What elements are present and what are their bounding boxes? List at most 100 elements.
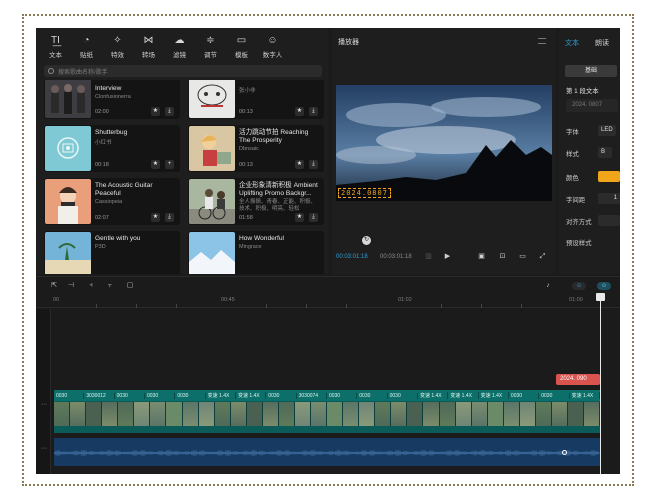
favorite-star-icon[interactable]: ★ [151, 213, 160, 222]
tab-tts[interactable]: 朗读 [595, 38, 609, 48]
favorite-star-icon[interactable]: ★ [295, 160, 304, 169]
music-card[interactable]: Gentle with you P3D [44, 231, 180, 274]
clip-label: 变速 1.4X [206, 392, 236, 399]
music-artist: 全人振振、青春、正能、积极、技术、积极、明亮、轻松 [239, 199, 317, 212]
text-overlay[interactable]: 2024.0807 [338, 188, 391, 198]
music-artist: Dbnsaic [239, 146, 259, 152]
music-card[interactable]: Interview Clonfusionerra 02:00 ★ ⤓ [44, 80, 180, 119]
more-icon[interactable]: ⋯ [41, 401, 47, 408]
timeline-tracks: ⋯ ⋯ 0030 3030012 0030 0030 0030 变速 1.4X 变速 1.4… [36, 309, 620, 474]
frame-thumbnail [246, 402, 263, 426]
cover-thumbnail [189, 179, 235, 224]
music-card[interactable]: The Acoustic Guitar Peaceful Cassiopeia … [44, 178, 180, 225]
frame-thumbnail [327, 402, 344, 426]
tool-text[interactable]: T͟I 文本 [40, 32, 71, 62]
ratio-icon[interactable]: ▭ [517, 252, 528, 261]
transition-icon: ⋈ [143, 35, 154, 46]
music-duration: 02:00 [95, 109, 109, 115]
frame-thumbnail [455, 402, 472, 426]
basic-tab[interactable]: 基础 [565, 65, 617, 77]
tool-avatar[interactable]: ☺ 数字人 [257, 32, 288, 62]
split-icon[interactable]: ⊣ [67, 281, 75, 290]
tool-sticker[interactable]: ◔ 贴纸 [71, 32, 102, 62]
rotate-handle-icon[interactable]: ↻ [362, 236, 371, 245]
tool-label: 调节 [204, 52, 217, 59]
music-artist: Mingrace [239, 244, 262, 250]
tool-label: 模板 [235, 52, 248, 59]
more-icon[interactable]: ⋯ [41, 445, 47, 452]
tool-template[interactable]: ▭ 模板 [226, 32, 257, 62]
quality-icon[interactable]: ▣ [476, 252, 487, 261]
favorite-star-icon[interactable]: ★ [151, 107, 160, 116]
download-icon[interactable]: ⤓ [309, 107, 318, 116]
tool-effects[interactable]: ✧ 特效 [102, 32, 133, 62]
bold-button[interactable]: B [598, 147, 612, 158]
timeline-ruler[interactable]: 00 00:45 01:02 01:00 [36, 294, 620, 308]
color-label: 颜色 [566, 175, 579, 182]
add-icon[interactable]: + [165, 160, 174, 169]
favorite-star-icon[interactable]: ★ [151, 160, 160, 169]
menu-icon[interactable] [538, 38, 546, 44]
video-preview[interactable]: 2024.0807 [336, 85, 552, 201]
align-label: 对齐方式 [566, 219, 592, 226]
playhead[interactable] [600, 293, 601, 474]
snap-toggle-icon[interactable]: ⊙ [597, 282, 611, 290]
current-time: 00:03:01:18 [336, 254, 368, 260]
split-left-icon[interactable]: ⫞ [87, 281, 95, 290]
tab-text[interactable]: 文本 [565, 38, 579, 48]
music-duration: 02:07 [95, 215, 109, 221]
frame-thumbnail [118, 402, 135, 426]
align-select[interactable] [598, 215, 620, 226]
frame-thumbnail [311, 402, 328, 426]
player-title: 播放器 [338, 39, 359, 46]
favorite-star-icon[interactable]: ★ [295, 107, 304, 116]
music-duration: 00:18 [95, 162, 109, 168]
font-select[interactable]: LED [598, 125, 616, 136]
music-card[interactable]: 企业形象清新积极 Ambient Uplifting Promo Backgr.… [188, 178, 324, 225]
link-toggle-icon[interactable]: ⊙ [572, 282, 586, 290]
microphone-icon[interactable]: ♪ [544, 281, 552, 290]
music-card[interactable]: 张小非 00:13 ★ ⤓ [188, 80, 324, 119]
clip-label: 3030074 [297, 392, 327, 399]
text-content-field[interactable]: 2024. 0807 [566, 99, 618, 112]
cover-thumbnail [45, 179, 91, 224]
fullscreen-icon[interactable]: ⤢ [537, 252, 548, 261]
clip-label: 变速 1.4X [479, 392, 509, 399]
frame-thumbnail [182, 402, 199, 426]
frame-thumbnail [584, 402, 601, 426]
music-card[interactable]: 活力跳动节拍 Reaching The Prosperity Dbnsaic 0… [188, 125, 324, 172]
crop-icon[interactable]: ⊡ [497, 252, 508, 261]
tool-transition[interactable]: ⋈ 转场 [133, 32, 164, 62]
music-card[interactable]: Shutterbug 小红书 00:18 ★ + [44, 125, 180, 172]
music-artist: Clonfusionerra [95, 94, 131, 100]
download-icon[interactable]: ⤓ [309, 213, 318, 222]
frame-thumbnail [551, 402, 568, 426]
spacing-input[interactable]: 1 [598, 193, 620, 204]
tool-filter[interactable]: ☁ 滤镜 [164, 32, 195, 62]
clip-label: 0030 [357, 392, 388, 399]
frame-thumbnail [471, 402, 488, 426]
playhead-handle[interactable] [596, 293, 605, 301]
delete-icon[interactable]: ▢ [126, 281, 134, 290]
cover-thumbnail [45, 126, 91, 171]
cover-thumbnail [189, 126, 235, 171]
select-tool-icon[interactable]: ⇱ [50, 281, 58, 290]
frame-thumbnail [54, 402, 71, 426]
search-placeholder: 搜索歌曲名称/歌手 [58, 69, 108, 76]
cover-thumbnail [45, 80, 91, 118]
audio-track[interactable] [54, 438, 600, 466]
download-icon[interactable]: ⤓ [165, 213, 174, 222]
text-clip[interactable]: 2024. 090 [556, 374, 600, 385]
music-search-input[interactable]: 搜索歌曲名称/歌手 [44, 65, 322, 77]
color-swatch[interactable] [598, 171, 620, 182]
download-icon[interactable]: ⤓ [165, 107, 174, 116]
split-right-icon[interactable]: ⫟ [106, 281, 114, 290]
favorite-star-icon[interactable]: ★ [295, 213, 304, 222]
clip-label: 变速 1.4X [418, 392, 449, 399]
music-card[interactable]: How Wonderful Mingrace [188, 231, 324, 274]
frame-icon[interactable]: ▥ [423, 252, 434, 261]
keyframe-icon[interactable] [562, 450, 567, 455]
download-icon[interactable]: ⤓ [309, 160, 318, 169]
tool-adjust[interactable]: ≑ 调节 [195, 32, 226, 62]
play-icon[interactable]: ▶ [442, 252, 453, 261]
